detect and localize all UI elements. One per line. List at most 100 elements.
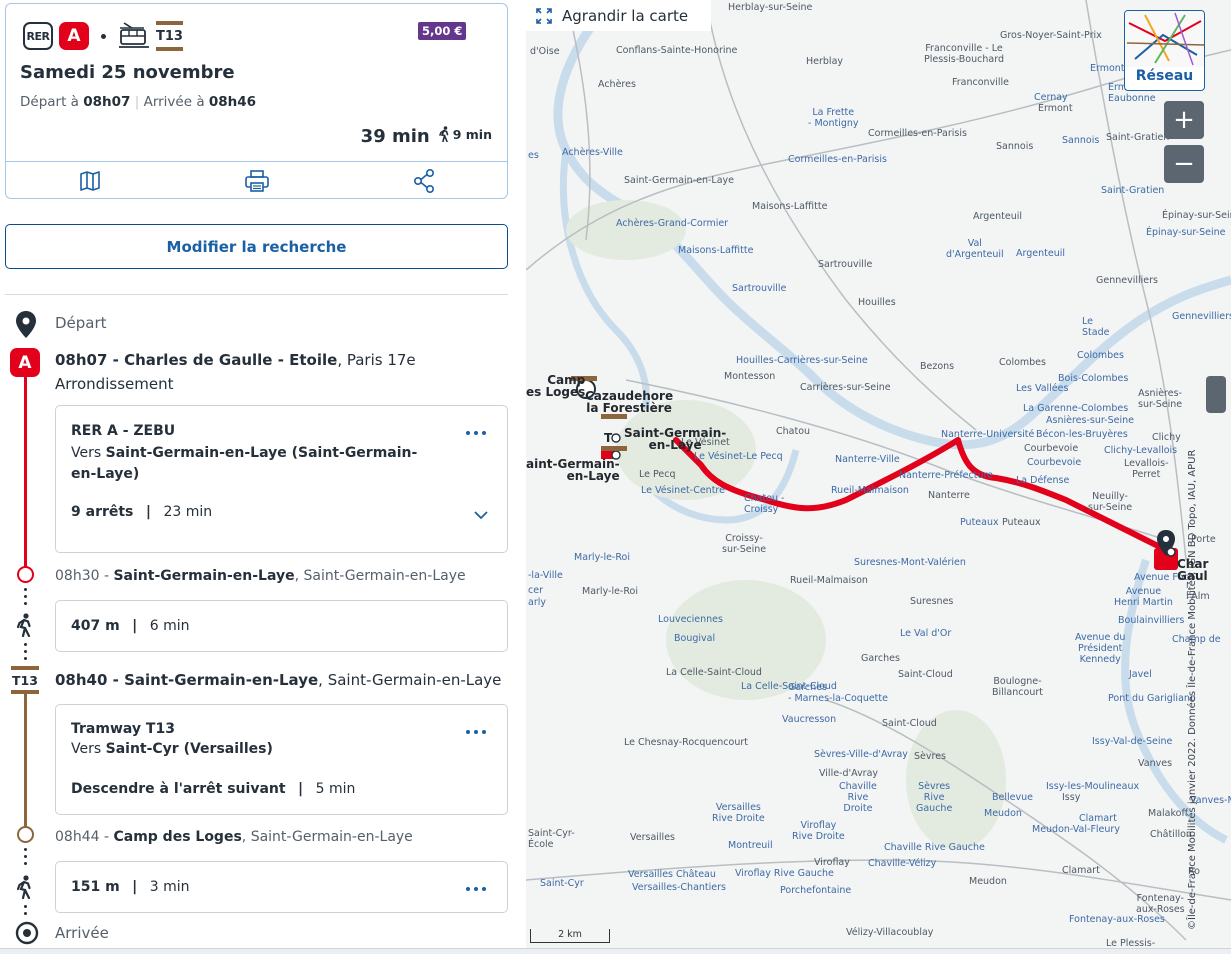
itinerary-panel: RER A T13 5,00 € Samedi 25 novembre Dépa…	[0, 0, 526, 954]
map-label: Sèvres Rive Gauche	[916, 781, 953, 814]
walk-duration: 9 min	[452, 126, 492, 142]
walk1-info: 407 m | 6 min	[71, 618, 190, 634]
map-label: Chaville Rive Gauche	[884, 842, 985, 853]
depart-time: 08h07	[83, 94, 131, 110]
show-map-button[interactable]	[6, 162, 173, 199]
network-map-button[interactable]: Réseau	[1124, 10, 1205, 91]
total-duration: 39 min	[360, 126, 430, 147]
map-label: La Celle-Saint-Cloud	[666, 667, 762, 678]
map-label: Sartrouville	[818, 259, 873, 270]
map-label: Levallois- Perret	[1124, 458, 1169, 480]
map-label: Rueil-Malmaison	[831, 485, 909, 496]
walk1-card[interactable]: 407 m | 6 min	[55, 600, 508, 652]
map-label: Cernay	[1034, 92, 1068, 103]
map-label: Le Chesnay-Rocquencourt	[624, 737, 748, 748]
map-label: Gennevilliers	[1172, 311, 1231, 322]
zoom-out-button[interactable]: −	[1164, 145, 1204, 183]
map-label: Versailles Rive Droite	[712, 802, 765, 824]
arrival-prefix: Arrivée à	[143, 94, 205, 110]
print-button[interactable]	[173, 162, 340, 199]
map-label: Versailles-Chantiers	[632, 882, 726, 893]
more-options-button[interactable]	[463, 424, 489, 442]
map-label: Nanterre-Ville	[835, 454, 900, 465]
map-label: Courbevoie	[1024, 443, 1079, 454]
map-label: Sannois	[996, 141, 1034, 152]
arrival-label: Arrivée	[55, 924, 109, 942]
map-label: Clamart	[1062, 865, 1100, 876]
arrival-marker-icon	[15, 921, 39, 945]
map-label: Le Pecq	[639, 469, 676, 480]
map-label: Herblay-sur-Seine	[728, 2, 813, 13]
map-label: Javel	[1129, 669, 1152, 680]
map-label: Montreuil	[728, 840, 773, 851]
map-label: Gros-Noyer-Saint-Prix	[1000, 30, 1102, 41]
map-label: Garches	[861, 653, 900, 664]
rer-a-step-badge: A	[10, 348, 40, 377]
share-icon	[413, 168, 434, 193]
map-label: Les Vallées	[1016, 383, 1069, 394]
map-label: Épinay-sur-Seine	[1146, 227, 1226, 238]
map-label: Houilles-Carrières-sur-Seine	[736, 355, 868, 366]
walk2-distance: 151 m	[71, 879, 120, 895]
chevron-down-icon[interactable]	[473, 510, 489, 520]
step1-line: RER A - ZEBU	[71, 423, 176, 439]
map-label: Saint-Gratien	[1101, 185, 1165, 196]
map-label: Nanterre	[928, 490, 970, 501]
stop2-row: 08h44 - Camp des Loges, Saint-Germain-en…	[55, 829, 413, 845]
step1-direction: Vers Saint-Germain-en-Laye (Saint-Germai…	[71, 443, 431, 485]
zoom-in-button[interactable]: +	[1164, 101, 1204, 139]
map-label: Puteaux	[960, 517, 999, 528]
map-label: Meudon	[969, 876, 1007, 887]
stop1-time: 08h30 -	[55, 568, 114, 584]
map-label: Ermont	[1090, 63, 1125, 74]
map-label: Viroflay Rive Droite	[792, 820, 845, 842]
map-label: Fontenay-aux-Roses	[1069, 914, 1165, 925]
map-label: arly	[528, 597, 546, 608]
t13-section-card[interactable]: Tramway T13 Vers Saint-Cyr (Versailles) …	[55, 704, 508, 815]
map-label: Garches - Marnes-la-Coquette	[788, 682, 888, 704]
map-station-label: Saint-Germain- en-Laye	[624, 426, 727, 452]
journey-summary-card[interactable]: RER A T13 5,00 € Samedi 25 novembre Dépa…	[5, 3, 508, 199]
rer-logo: RER	[23, 22, 53, 50]
step2-heading: 08h40 - Saint-Germain-en-Laye, Saint-Ger…	[55, 671, 501, 689]
map-attribution: ©Île-de-France Mobilités janvier 2022. D…	[1187, 449, 1198, 930]
walk-icon	[16, 875, 31, 899]
walk-icon	[16, 613, 31, 637]
share-button[interactable]	[340, 162, 507, 199]
map-station-label: aint-Germain- en-Laye	[526, 457, 620, 483]
map-label: Bezons	[920, 361, 955, 372]
expand-icon	[536, 7, 552, 24]
expand-map-label: Agrandir la carte	[562, 6, 689, 25]
expand-map-button[interactable]: Agrandir la carte	[526, 0, 711, 31]
step1-heading: 08h07 - Charles de Gaulle - Etoile, Pari…	[55, 348, 495, 396]
map-label: Houilles	[858, 297, 896, 308]
rer-a-section-card[interactable]: RER A - ZEBU Vers Saint-Germain-en-Laye …	[55, 405, 508, 553]
more-options-button[interactable]	[463, 880, 489, 898]
map-label: Nanterre-Université	[941, 429, 1035, 440]
depart-pin-icon	[16, 311, 36, 338]
map-label: Maisons-Laffitte	[752, 201, 828, 212]
map-label: Châtillon	[1150, 829, 1192, 840]
map-label: Versailles Château	[628, 869, 716, 880]
map-label: Sèvres-Ville-d'Avray	[814, 749, 908, 760]
map-label: Chaville-Vélizy	[868, 858, 937, 869]
walk2-card[interactable]: 151 m | 3 min	[55, 861, 508, 913]
step2-duration: 5 min	[315, 781, 356, 797]
map-label: Le Val d'Or	[900, 628, 952, 639]
step2-time-station: 08h40 - Saint-Germain-en-Laye	[55, 671, 319, 689]
more-options-button[interactable]	[463, 723, 489, 741]
map-label: Asnières- sur-Seine	[1138, 388, 1183, 410]
map-label: cer	[528, 585, 543, 596]
map-label: Ville-d'Avray	[819, 768, 879, 779]
map-label: Vélizy-Villacoublay	[846, 927, 934, 938]
step1-direction-name: Saint-Germain-en-Laye (Saint-Germain-en-…	[71, 445, 418, 482]
walk-connector-2	[24, 643, 27, 664]
map-label: Courbevoie	[1027, 457, 1082, 468]
route-map[interactable]: Herblay-sur-Seine Gros-Noyer-Saint-Prix …	[526, 0, 1231, 954]
map-label: Viroflay Rive Gauche	[735, 868, 834, 879]
map-label: La Garenne-Colombes	[1023, 403, 1129, 414]
print-icon	[244, 169, 269, 192]
side-panel-handle[interactable]	[1206, 376, 1226, 413]
modify-search-button[interactable]: Modifier la recherche	[5, 224, 508, 269]
map-icon	[79, 170, 100, 191]
